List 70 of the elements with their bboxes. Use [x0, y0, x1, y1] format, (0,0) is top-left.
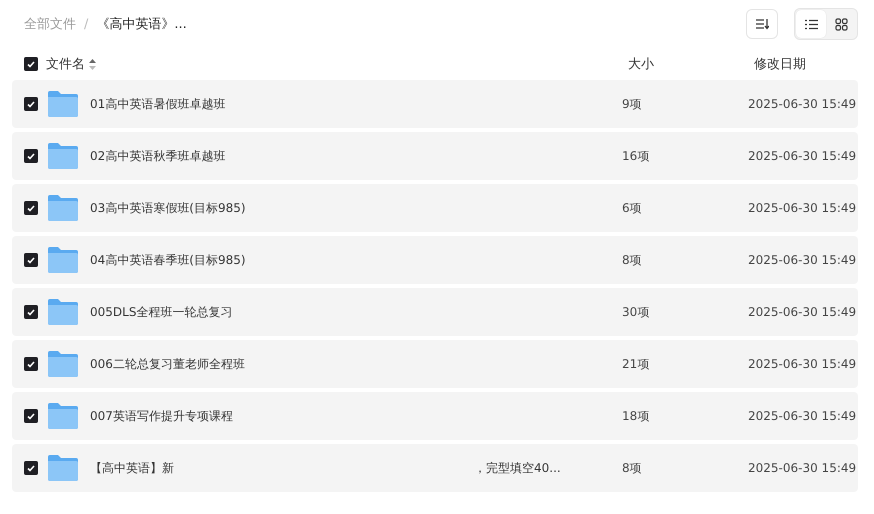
- check-icon: [27, 412, 35, 420]
- folder-icon: [48, 195, 78, 221]
- folder-name: 【高中英语】新: [90, 460, 174, 476]
- folder-icon: [48, 247, 78, 273]
- folder-row[interactable]: 04高中英语春季班(目标985) 8项 2025-06-30 15:49: [12, 236, 858, 284]
- sort-icon: [755, 18, 769, 30]
- folder-name: 006二轮总复习董老师全程班: [90, 356, 245, 372]
- item-count: 9项: [622, 96, 643, 112]
- folder-row[interactable]: 007英语写作提升专项课程 18项 2025-06-30 15:49: [12, 392, 858, 440]
- column-header: 修改日期: [754, 56, 806, 73]
- modified-date: 2025-06-30 15:49: [748, 461, 856, 475]
- checkbox[interactable]: [24, 57, 38, 71]
- grid-icon: [834, 18, 848, 30]
- folder-name: 007英语写作提升专项课程: [90, 408, 233, 424]
- separator: /: [84, 16, 88, 32]
- modified-date: 2025-06-30 15:49: [748, 409, 856, 423]
- check-icon: [27, 256, 35, 264]
- checkbox[interactable]: [24, 305, 38, 319]
- check-icon: [27, 464, 35, 472]
- check-icon: [27, 360, 35, 368]
- item-count: 18项: [622, 408, 650, 424]
- folder-icon: [48, 143, 78, 169]
- checkbox[interactable]: [24, 97, 38, 111]
- item-count: 21项: [622, 356, 650, 372]
- modified-date: 2025-06-30 15:49: [748, 97, 856, 111]
- item-count: 8项: [622, 252, 643, 268]
- modified-date: 2025-06-30 15:49: [748, 253, 856, 267]
- folder-row[interactable]: 01高中英语暑假班卓越班 9项 2025-06-30 15:49: [12, 80, 858, 128]
- item-count: 30项: [622, 304, 650, 320]
- folder-row[interactable]: 【高中英语】新 ，完型填空40... 8项 2025-06-30 15:49: [12, 444, 858, 492]
- folder-name: 005DLS全程班一轮总复习: [90, 304, 232, 320]
- folder-icon: [48, 403, 78, 429]
- folder-icon: [48, 299, 78, 325]
- modified-date: 2025-06-30 15:49: [748, 357, 856, 371]
- folder-row[interactable]: 02高中英语秋季班卓越班 16项 2025-06-30 15:49: [12, 132, 858, 180]
- list-icon: [804, 18, 818, 30]
- breadcrumb-item: 《高中英语》...: [96, 16, 187, 33]
- modified-date: 2025-06-30 15:49: [748, 201, 856, 215]
- column-header[interactable]: 文件名: [46, 55, 85, 73]
- folder-name: 03高中英语寒假班(目标985): [90, 200, 246, 216]
- check-icon: [27, 308, 35, 316]
- checkbox[interactable]: [24, 409, 38, 423]
- folder-row[interactable]: 005DLS全程班一轮总复习 30项 2025-06-30 15:49: [12, 288, 858, 336]
- sort-icon[interactable]: [89, 58, 96, 70]
- check-icon: [27, 152, 35, 160]
- checkbox[interactable]: [24, 253, 38, 267]
- list-view-button[interactable]: [796, 10, 826, 38]
- check-icon: [27, 60, 35, 68]
- folder-row[interactable]: 03高中英语寒假班(目标985) 6项 2025-06-30 15:49: [12, 184, 858, 232]
- folder-icon: [48, 455, 78, 481]
- folder-name: 01高中英语暑假班卓越班: [90, 96, 226, 112]
- checkbox[interactable]: [24, 201, 38, 215]
- modified-date: 2025-06-30 15:49: [748, 305, 856, 319]
- item-count: 8项: [622, 460, 643, 476]
- folder-name: 02高中英语秋季班卓越班: [90, 148, 226, 164]
- checkbox[interactable]: [24, 149, 38, 163]
- folder-icon: [48, 351, 78, 377]
- sort-button[interactable]: [746, 9, 778, 39]
- column-header: 大小: [628, 56, 655, 73]
- folder-icon: [48, 91, 78, 117]
- check-icon: [27, 204, 35, 212]
- item-count: 6项: [622, 200, 643, 216]
- folder-name: 04高中英语春季班(目标985): [90, 252, 246, 268]
- folder-name: ，完型填空40...: [474, 460, 561, 476]
- checkbox[interactable]: [24, 357, 38, 371]
- item-count: 16项: [622, 148, 650, 164]
- checkbox[interactable]: [24, 461, 38, 475]
- folder-row[interactable]: 006二轮总复习董老师全程班 21项 2025-06-30 15:49: [12, 340, 858, 388]
- check-icon: [27, 100, 35, 108]
- modified-date: 2025-06-30 15:49: [748, 149, 856, 163]
